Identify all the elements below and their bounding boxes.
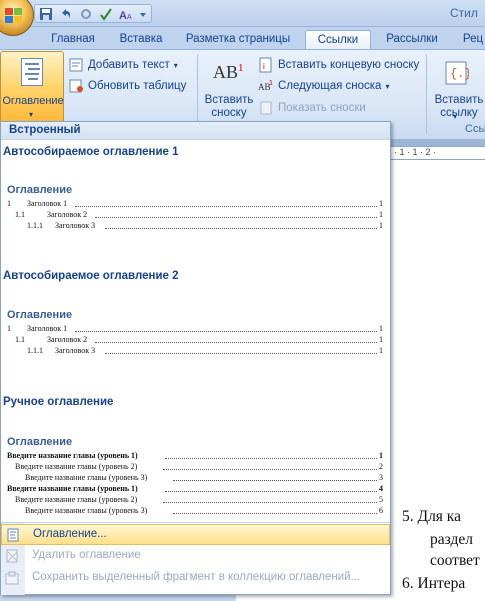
gallery-item-title: Автособираемое оглавление 1 bbox=[3, 146, 179, 158]
svg-text:1: 1 bbox=[269, 80, 273, 87]
toc-style-auto-1[interactable]: Оглавление 1 Заголовок 1 1 1.1 Заголовок… bbox=[5, 162, 383, 262]
save-to-gallery-icon bbox=[5, 571, 19, 585]
show-notes-button[interactable]: Показать сноски bbox=[258, 100, 366, 116]
office-logo-icon bbox=[5, 8, 22, 23]
tab-mailings[interactable]: Рассылки bbox=[378, 30, 446, 49]
show-notes-icon bbox=[260, 101, 272, 115]
chevron-down-icon: ▾ bbox=[452, 112, 457, 121]
tab-insert[interactable]: Вставка bbox=[108, 30, 174, 49]
update-table-button[interactable]: Обновить таблицу bbox=[68, 78, 186, 94]
save-selection-to-gallery-menu-item[interactable]: Сохранить выделенный фрагмент в коллекци… bbox=[1, 568, 390, 589]
svg-text:A: A bbox=[127, 14, 132, 21]
spelling-icon[interactable] bbox=[99, 7, 113, 21]
svg-text:A: A bbox=[119, 10, 127, 21]
preview-line: 1.1 Заголовок 2 1 bbox=[15, 210, 383, 219]
toc-style-manual[interactable]: Оглавление Введите название главы (урове… bbox=[5, 414, 383, 522]
toc-button-label: Оглавление bbox=[2, 95, 64, 107]
document-page bbox=[390, 160, 485, 450]
preview-heading: Оглавление bbox=[7, 309, 73, 321]
endnote-icon: i bbox=[259, 57, 272, 73]
svg-text:{.}: {.} bbox=[450, 67, 469, 81]
toc-style-auto-2[interactable]: Оглавление 1 Заголовок 1 1 1.1 Заголовок… bbox=[5, 287, 383, 387]
save-icon[interactable] bbox=[39, 7, 53, 21]
footnote-icon: AB1 bbox=[213, 62, 244, 82]
window-title: Стил bbox=[450, 6, 478, 20]
preview-line: 1.1 Заголовок 2 1 bbox=[15, 335, 383, 344]
quick-access-toolbar: AA bbox=[34, 4, 152, 23]
preview-heading: Оглавление bbox=[7, 436, 73, 448]
doc-line: 5. Для ка bbox=[402, 508, 461, 525]
add-text-icon bbox=[69, 58, 83, 72]
tab-references[interactable]: Ссылки bbox=[305, 30, 371, 49]
preview-line: Введите название главы (уровень 3) 3 bbox=[25, 473, 383, 482]
svg-text:i: i bbox=[263, 62, 265, 71]
toc-dialog-menu-item[interactable]: Оглавление... bbox=[1, 524, 390, 545]
ruler: · 1 · 1 · 2 · bbox=[390, 146, 485, 160]
gallery-item-title: Ручное оглавление bbox=[3, 396, 114, 408]
tab-home[interactable]: Главная bbox=[40, 30, 106, 49]
preview-line: Введите название главы (уровень 3) 6 bbox=[25, 506, 383, 515]
doc-line: 6. Интера bbox=[402, 575, 466, 592]
font-size-icon[interactable]: AA bbox=[119, 7, 133, 22]
ribbon-tabs: Главная Вставка Разметка страницы Ссылки… bbox=[0, 27, 485, 49]
next-footnote-icon: AB1 bbox=[258, 80, 273, 92]
redo-icon[interactable] bbox=[79, 7, 93, 21]
chevron-down-icon: ▾ bbox=[29, 110, 34, 119]
preview-line: Введите название главы (уровень 1) 4 bbox=[7, 484, 383, 493]
preview-line: Введите название главы (уровень 2) 5 bbox=[15, 495, 383, 504]
preview-line: Введите название главы (уровень 1) 1 bbox=[7, 451, 383, 460]
preview-line: 1 Заголовок 1 1 bbox=[7, 324, 383, 333]
group-citations-label: Ссы bbox=[465, 123, 485, 135]
table-of-contents-icon bbox=[21, 58, 43, 86]
update-table-icon bbox=[69, 79, 83, 93]
preview-line: 1.1.1 Заголовок 3 1 bbox=[27, 221, 383, 230]
chevron-down-icon: ▾ bbox=[173, 60, 178, 70]
remove-toc-icon bbox=[6, 549, 18, 563]
insert-footnote-button[interactable]: Вставить сноску bbox=[199, 94, 259, 120]
insert-endnote-button[interactable]: i Вставить концевую сноску bbox=[258, 57, 419, 73]
tab-review[interactable]: Рец bbox=[453, 30, 485, 49]
title-bar: AA Стил bbox=[0, 0, 485, 36]
chevron-down-icon: ▾ bbox=[385, 81, 390, 91]
preview-heading: Оглавление bbox=[7, 184, 73, 196]
add-text-button[interactable]: Добавить текст ▾ bbox=[68, 57, 178, 73]
toc-gallery: Встроенный Автособираемое оглавление 1 О… bbox=[0, 121, 391, 595]
remove-toc-menu-item[interactable]: Удалить оглавление bbox=[1, 546, 390, 567]
gallery-section-header: Встроенный bbox=[1, 122, 390, 140]
preview-line: 1.1.1 Заголовок 3 1 bbox=[27, 346, 383, 355]
preview-line: Введите название главы (уровень 2) 2 bbox=[15, 462, 383, 471]
doc-line: соответ bbox=[430, 552, 480, 569]
gallery-item-title: Автособираемое оглавление 2 bbox=[3, 270, 179, 282]
preview-line: 1 Заголовок 1 1 bbox=[7, 199, 383, 208]
undo-icon[interactable] bbox=[59, 7, 73, 21]
citation-icon: {.} bbox=[443, 60, 472, 86]
next-footnote-button[interactable]: AB 1 Следующая сноска ▾ bbox=[258, 78, 389, 94]
table-of-contents-icon bbox=[7, 528, 19, 542]
toc-button[interactable]: Оглавление ▾ bbox=[0, 51, 64, 123]
doc-line: раздел bbox=[430, 531, 473, 548]
tab-page-layout[interactable]: Разметка страницы bbox=[178, 30, 298, 49]
customize-qat-icon[interactable] bbox=[139, 7, 147, 21]
